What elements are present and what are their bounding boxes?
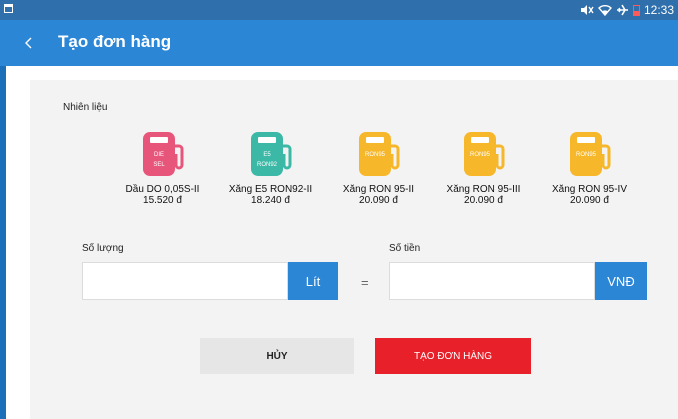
airplane-icon	[616, 4, 628, 16]
fuel-price: 20.090 đ	[570, 195, 609, 206]
fuel-price: 18.240 đ	[251, 195, 290, 206]
fuel-option-e5-ron92[interactable]: E5 RON92 Xăng E5 RON92-II 18.240 đ	[218, 126, 323, 214]
battery-icon	[632, 4, 640, 16]
pump-text: RON95	[364, 152, 385, 158]
page-title: Tạo đơn hàng	[58, 32, 172, 51]
app-bar: Tạo đơn hàng	[0, 20, 678, 66]
fuel-pump-icon: RON95	[358, 132, 399, 176]
chevron-left-icon	[25, 37, 32, 49]
content-sheet: Nhiên liệu DIE SEL Dầu DO 0,05S-II 15.52…	[6, 66, 678, 419]
fuel-label: Nhiên liệu	[63, 102, 108, 113]
wifi-icon	[597, 5, 612, 16]
fuel-price: 20.090 đ	[359, 195, 398, 206]
fuel-option-ron95-iv[interactable]: RON95 Xăng RON 95-IV 20.090 đ	[537, 126, 642, 214]
fuel-name: Dầu DO 0,05S-II	[125, 184, 200, 195]
order-form: Nhiên liệu DIE SEL Dầu DO 0,05S-II 15.52…	[30, 80, 678, 419]
equals-sign: =	[361, 275, 369, 290]
pump-text: RON92	[256, 162, 277, 168]
fuel-option-ron95-ii[interactable]: RON95 Xăng RON 95-II 20.090 đ	[326, 126, 431, 214]
fuel-list: DIE SEL Dầu DO 0,05S-II 15.520 đ E5 RON9…	[30, 126, 678, 216]
fuel-name: Xăng RON 95-IV	[551, 184, 628, 195]
pump-text: SEL	[153, 162, 165, 168]
status-bar: 12:33	[0, 0, 678, 20]
fuel-pump-icon: RON95	[463, 132, 504, 176]
fuel-pump-icon: DIE SEL	[142, 132, 183, 176]
amount-unit-button[interactable]: VNĐ	[595, 262, 647, 300]
cancel-button[interactable]: HỦY	[200, 338, 354, 374]
quantity-unit-button[interactable]: Lít	[288, 262, 338, 300]
pump-text: RON95	[575, 152, 596, 158]
fuel-pump-icon: RON95	[569, 132, 610, 176]
create-order-button[interactable]: TẠO ĐƠN HÀNG	[375, 338, 531, 374]
fuel-name: Xăng RON 95-II	[342, 184, 415, 195]
fuel-price: 20.090 đ	[464, 195, 503, 206]
notification-app-icon	[4, 4, 13, 13]
pump-text: E5	[263, 152, 271, 158]
fuel-name: Xăng RON 95-III	[446, 184, 521, 195]
amount-label: Số tiền	[389, 243, 421, 254]
back-button[interactable]	[18, 32, 40, 54]
amount-input[interactable]	[389, 262, 595, 300]
fuel-option-diesel[interactable]: DIE SEL Dầu DO 0,05S-II 15.520 đ	[110, 126, 215, 214]
fuel-option-ron95-iii[interactable]: RON95 Xăng RON 95-III 20.090 đ	[431, 126, 536, 214]
mute-icon	[580, 5, 594, 15]
fuel-price: 15.520 đ	[143, 195, 182, 206]
status-icons: 12:33	[580, 2, 674, 18]
quantity-label: Số lượng	[82, 243, 124, 254]
fuel-name: Xăng E5 RON92-II	[228, 184, 313, 195]
status-time: 12:33	[643, 3, 674, 17]
pump-text: DIE	[153, 152, 163, 158]
pump-text: RON95	[469, 152, 490, 158]
quantity-input[interactable]	[82, 262, 288, 300]
fuel-pump-icon: E5 RON92	[250, 132, 291, 176]
